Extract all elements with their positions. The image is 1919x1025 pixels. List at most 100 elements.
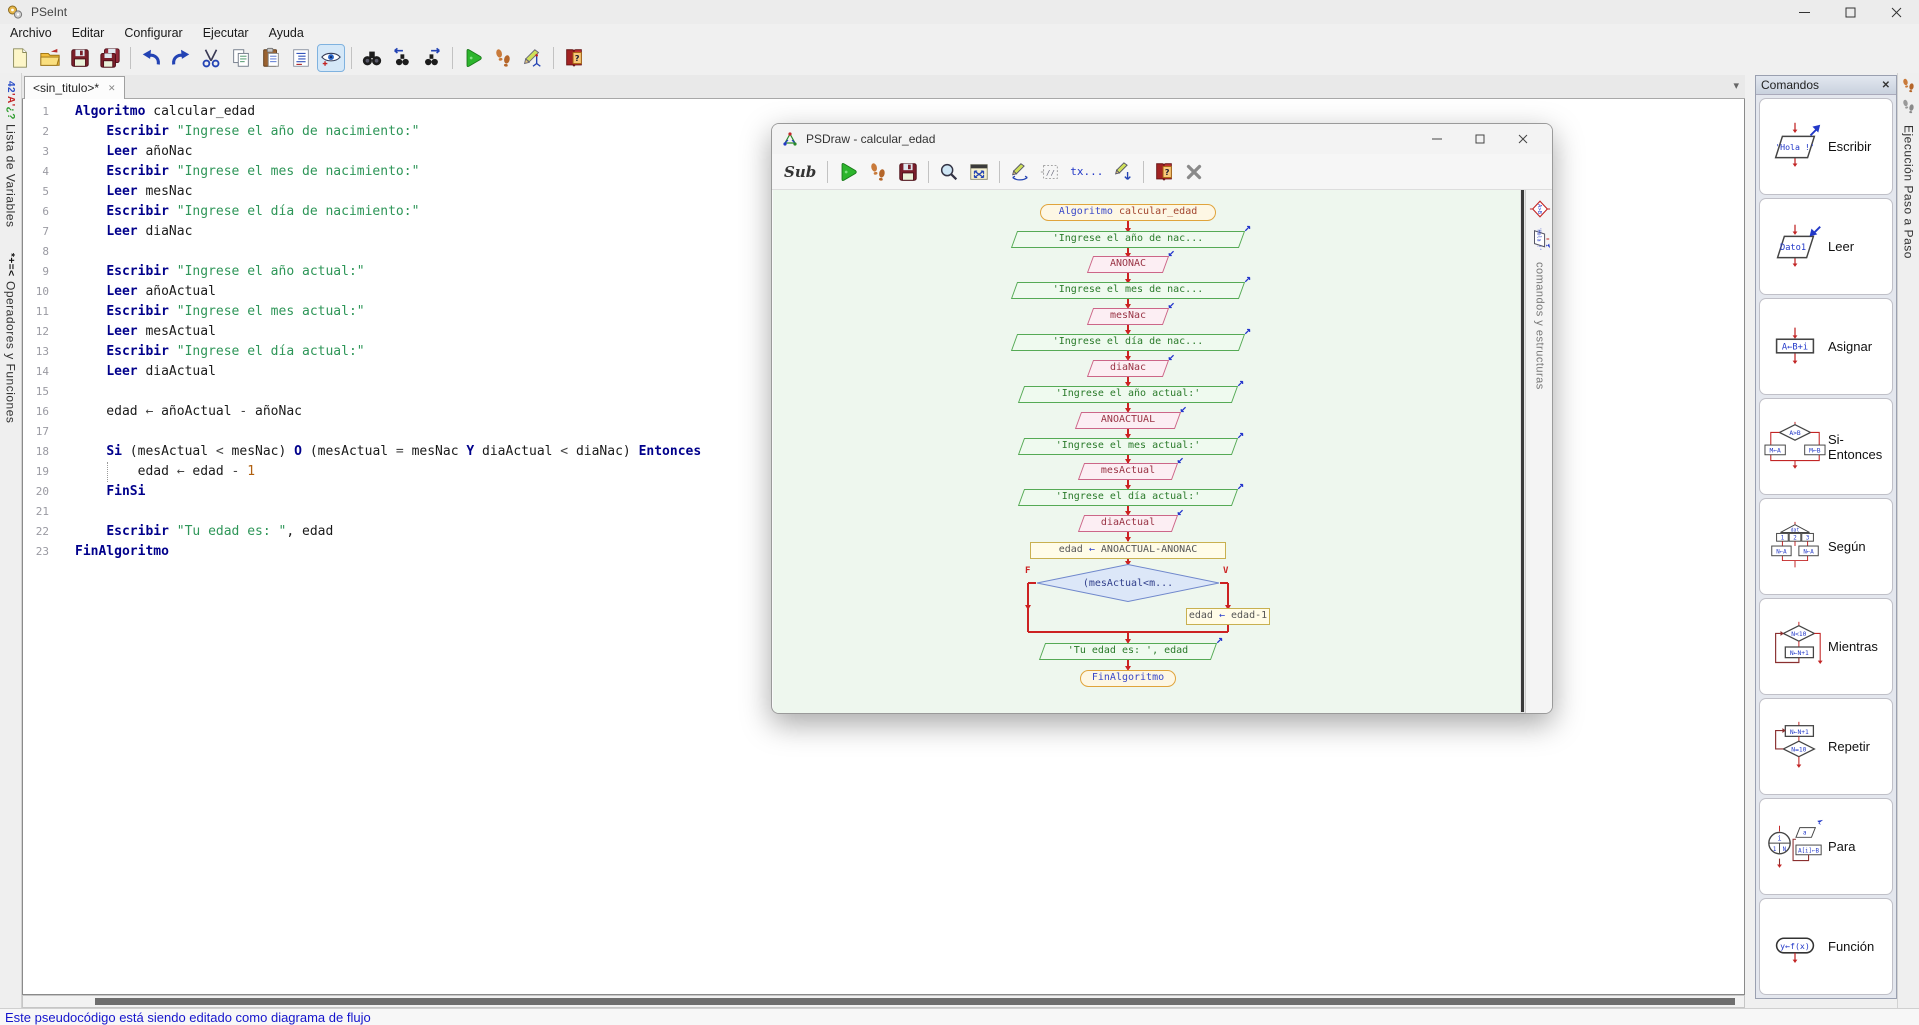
- flow-node-decision[interactable]: (mesActual<m...: [1036, 564, 1220, 602]
- paste-button[interactable]: [258, 45, 284, 71]
- flow-node-proc[interactable]: edad ← edad-1: [1186, 608, 1270, 625]
- line-number: 15: [23, 382, 49, 402]
- redo-button[interactable]: [168, 45, 194, 71]
- psdraw-close-icon[interactable]: [1501, 124, 1544, 154]
- menu-configurar[interactable]: Configurar: [114, 24, 192, 42]
- format-lines-icon: [290, 47, 312, 69]
- flow-node-out[interactable]: 'Tu edad es: ', edad↗: [1042, 643, 1214, 660]
- minimize-icon[interactable]: [1781, 0, 1827, 24]
- line-number: 18: [23, 442, 49, 462]
- flow-node-out[interactable]: 'Ingrese el año de nac...↗: [1014, 231, 1242, 248]
- help-button[interactable]: ?: [1151, 159, 1177, 185]
- flow-node-out[interactable]: 'Ingrese el mes de nac...↗: [1014, 282, 1242, 299]
- edit-mode-button[interactable]: [1007, 159, 1033, 185]
- flow-node-out[interactable]: 'Ingrese el día de nac...↗: [1014, 334, 1242, 351]
- format-source-button[interactable]: [288, 45, 314, 71]
- new-button[interactable]: [7, 45, 33, 71]
- sidebar-tab-lista-de-variables[interactable]: 42'A'¿?Lista de Variables: [0, 81, 21, 245]
- undo-button[interactable]: [138, 45, 164, 71]
- editor-horizontal-scrollbar[interactable]: [22, 995, 1745, 1008]
- output-arrow-icon: ↗: [1237, 479, 1244, 491]
- open-button[interactable]: [37, 45, 63, 71]
- copy-button[interactable]: [228, 45, 254, 71]
- command-mientras[interactable]: N<10N←N+1Mientras: [1759, 598, 1893, 695]
- flow-node-out[interactable]: 'Ingrese el año actual:'↗: [1021, 386, 1235, 403]
- psdraw-minimize-icon[interactable]: [1415, 124, 1458, 154]
- code-text: Leer mesActual: [75, 322, 216, 342]
- text-mode-button[interactable]: tx...: [1067, 159, 1106, 185]
- commands-panel: Comandos ✕ 'Hola !'EscribirDato1LeerA←B+…: [1755, 75, 1897, 999]
- line-number: 20: [23, 482, 49, 502]
- command-leer[interactable]: Dato1Leer: [1759, 198, 1893, 295]
- line-number: 16: [23, 402, 49, 422]
- draw-flowchart-button[interactable]: [520, 45, 546, 71]
- flow-node-out[interactable]: 'Ingrese el mes actual:'↗: [1021, 438, 1235, 455]
- syntax-preview-button[interactable]: [318, 45, 344, 71]
- command-escribir[interactable]: 'Hola !'Escribir: [1759, 98, 1893, 195]
- flow-node-end[interactable]: FinAlgoritmo: [1080, 670, 1176, 687]
- commands-panel-close-icon[interactable]: ✕: [1882, 80, 1890, 91]
- zoom-button[interactable]: [936, 159, 962, 185]
- flow-node-in[interactable]: ANOACTUAL↙: [1078, 412, 1178, 429]
- menu-editar[interactable]: Editar: [62, 24, 115, 42]
- copy-icon: [230, 47, 252, 69]
- step-run-button[interactable]: [865, 159, 891, 185]
- command-para[interactable]: i1NaA[i]←BPara: [1759, 798, 1893, 895]
- save-button[interactable]: [895, 159, 921, 185]
- psdraw-maximize-icon[interactable]: [1458, 124, 1501, 154]
- flow-connector: [1028, 582, 1036, 584]
- line-number: 4: [23, 162, 49, 182]
- flow-node-start[interactable]: Algoritmo calcular_edad: [1040, 204, 1216, 221]
- command-función[interactable]: y←f(x)Función: [1759, 898, 1893, 995]
- save-button[interactable]: [67, 45, 93, 71]
- maximize-icon[interactable]: [1827, 0, 1873, 24]
- input-arrow-icon: ↙: [1168, 350, 1175, 362]
- flow-node-in[interactable]: mesActual↙: [1081, 463, 1175, 480]
- step-run-button[interactable]: [490, 45, 516, 71]
- command-asignar[interactable]: A←B+iAsignar: [1759, 298, 1893, 395]
- tab-list-chevron-icon[interactable]: ▾: [1733, 79, 1739, 92]
- psdraw-commands-tab[interactable]: A>B 'Hola !' comandos y estructuras: [1525, 190, 1553, 714]
- find-next-button[interactable]: [419, 45, 445, 71]
- help-button[interactable]: ?: [561, 45, 587, 71]
- line-number: 6: [23, 202, 49, 222]
- flow-node-out[interactable]: 'Ingrese el día actual:'↗: [1021, 489, 1235, 506]
- save-all-button[interactable]: [97, 45, 123, 71]
- flow-node-in[interactable]: ANONAC↙: [1090, 256, 1166, 273]
- tab-close-icon[interactable]: ✕: [108, 83, 116, 94]
- save-icon: [69, 47, 91, 69]
- command-repetir[interactable]: N←N+1N=10Repetir: [1759, 698, 1893, 795]
- subprocess-button[interactable]: Sub: [780, 159, 820, 185]
- command-seg-n[interactable]: dat123N←AN←ASegún: [1759, 498, 1893, 595]
- flowchart-canvas[interactable]: Algoritmo calcular_edad 'Ingrese el año d…: [773, 190, 1520, 714]
- toolbar-separator: [999, 161, 1000, 183]
- execution-step-tab[interactable]: Ejecución Paso a Paso: [1897, 73, 1919, 1008]
- reorder-button[interactable]: [1110, 159, 1136, 185]
- flow-node-in[interactable]: diaNac↙: [1090, 360, 1166, 377]
- sidebar-tab-operadores-y-funciones[interactable]: *+=<Operadores y Funciones: [0, 253, 21, 441]
- psdraw-scrollbar-thumb[interactable]: [1521, 190, 1524, 712]
- menu-ayuda[interactable]: Ayuda: [259, 24, 314, 42]
- flow-node-proc[interactable]: edad ← ANOACTUAL-ANONAC: [1030, 542, 1226, 559]
- tab-sin-titulo[interactable]: <sin_titulo>* ✕: [24, 76, 125, 99]
- fit-view-button[interactable]: [966, 159, 992, 185]
- menu-archivo[interactable]: Archivo: [0, 24, 62, 42]
- psdraw-commands-tab-label: comandos y estructuras: [1534, 262, 1546, 390]
- find-button[interactable]: [359, 45, 385, 71]
- close-icon[interactable]: [1873, 0, 1919, 24]
- code-line-1[interactable]: 1Algoritmo calcular_edad: [23, 102, 1744, 122]
- scrollbar-thumb[interactable]: [95, 998, 1735, 1005]
- flow-node-in[interactable]: diaActual↙: [1081, 515, 1175, 532]
- psdraw-window: PSDraw - calcular_edad Sub//tx...? Algor…: [771, 123, 1553, 714]
- cut-button[interactable]: [198, 45, 224, 71]
- tab-label: <sin_titulo>*: [33, 81, 99, 95]
- find-prev-button[interactable]: [389, 45, 415, 71]
- line-number: 14: [23, 362, 49, 382]
- flow-node-in[interactable]: mesNac↙: [1090, 308, 1166, 325]
- run-button[interactable]: [835, 159, 861, 185]
- menu-ejecutar[interactable]: Ejecutar: [193, 24, 259, 42]
- comment-button[interactable]: //: [1037, 159, 1063, 185]
- command-si-entonces[interactable]: A>BM←AM←BSi-Entonces: [1759, 398, 1893, 495]
- run-button[interactable]: [460, 45, 486, 71]
- close-edit-button[interactable]: [1181, 159, 1207, 185]
